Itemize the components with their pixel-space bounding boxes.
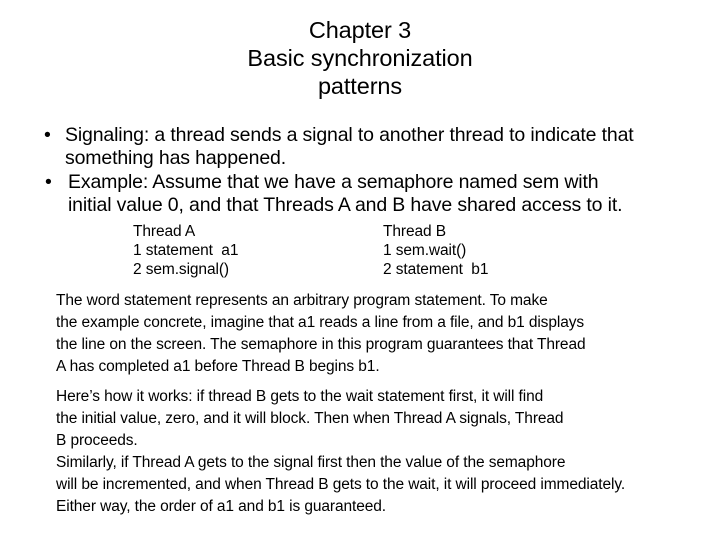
thread-b-column: Thread B 1 sem.wait() 2 statement b1 <box>383 222 488 279</box>
slide-canvas: Chapter 3 Basic synchronization patterns… <box>0 0 720 540</box>
paragraph-2-line-4: Similarly, if Thread A gets to the signa… <box>56 454 566 471</box>
paragraph-2-line-5: will be incremented, and when Thread B g… <box>56 476 626 493</box>
thread-b-line-2: 2 statement b1 <box>383 261 489 278</box>
title-line-2: Basic synchronization <box>247 45 473 71</box>
thread-b-line-1: 1 sem.wait() <box>383 242 467 259</box>
bullet-example-line-1: Example: Assume that we have a semaphore… <box>68 171 599 193</box>
thread-a-line-1: 1 statement a1 <box>133 242 239 259</box>
title-line-1: Chapter 3 <box>308 17 412 43</box>
paragraph-2-line-1: Here’s how it works: if thread B gets to… <box>56 388 544 405</box>
thread-a-header: Thread A <box>133 223 196 240</box>
bullet-marker-icon: • <box>45 171 52 193</box>
slide-title: Chapter 3 Basic synchronization patterns <box>0 16 720 100</box>
paragraph-2-line-6: Either way, the order of a1 and b1 is gu… <box>56 498 387 515</box>
bullet-list: • Signaling: a thread sends a signal to … <box>30 124 690 217</box>
bullet-signaling-line-1: Signaling: a thread sends a signal to an… <box>65 124 634 146</box>
paragraph-1-line-3: the line on the screen. The semaphore in… <box>56 336 586 353</box>
thread-b-header: Thread B <box>383 223 446 240</box>
paragraph-how-it-works: Here’s how it works: if thread B gets to… <box>56 386 711 518</box>
bullet-signaling-line-2: something has happened. <box>65 147 286 169</box>
paragraph-2-line-2: the initial value, zero, and it will blo… <box>56 410 564 427</box>
paragraph-statement-explanation: The word statement represents an arbitra… <box>56 290 711 378</box>
thread-a-column: Thread A 1 statement a1 2 sem.signal() <box>133 222 238 279</box>
bullet-item-example: • Example: Assume that we have a semapho… <box>30 171 690 217</box>
bullet-marker-icon: • <box>44 124 51 146</box>
paragraph-1-line-2: the example concrete, imagine that a1 re… <box>56 314 585 331</box>
paragraph-1-line-1: The word statement represents an arbitra… <box>56 292 548 309</box>
paragraph-2-line-3: B proceeds. <box>56 432 138 449</box>
body-text-block: The word statement represents an arbitra… <box>56 290 711 518</box>
title-line-3: patterns <box>317 73 403 99</box>
bullet-example-line-2: initial value 0, and that Threads A and … <box>68 194 623 216</box>
thread-a-line-2: 2 sem.signal() <box>133 261 229 278</box>
paragraph-1-line-4: A has completed a1 before Thread B begin… <box>56 358 380 375</box>
bullet-item-signaling: • Signaling: a thread sends a signal to … <box>30 124 690 170</box>
